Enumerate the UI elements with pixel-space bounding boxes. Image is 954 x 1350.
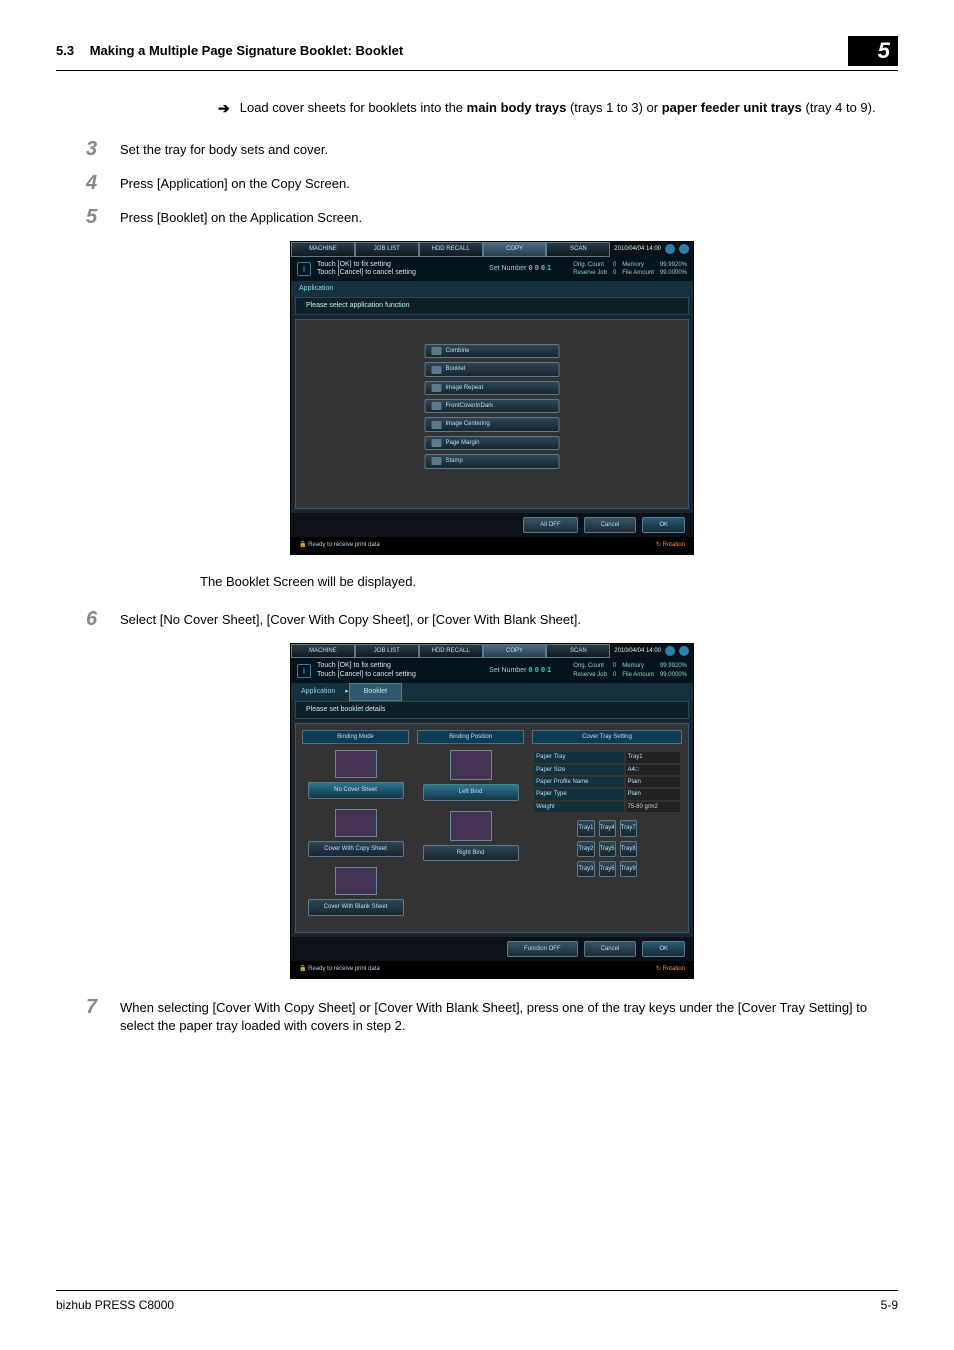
alloff-button[interactable]: All OFF bbox=[523, 517, 577, 533]
msg-line2: Touch [Cancel] to cancel setting bbox=[317, 269, 416, 277]
tab-machine[interactable]: MACHINE bbox=[291, 242, 355, 256]
ready-label-2: Ready to receive print data bbox=[308, 966, 380, 972]
arrow-icon: ➔ bbox=[218, 99, 230, 119]
sub-bar-2: Please set booklet details bbox=[295, 701, 689, 719]
rotation-label-2: Rotation bbox=[663, 966, 685, 972]
tray-3[interactable]: Tray3 bbox=[577, 861, 594, 877]
booklet-screen: MACHINE JOB LIST HDD RECALL COPY SCAN 20… bbox=[290, 643, 694, 979]
cancel-button-2[interactable]: Cancel bbox=[584, 941, 637, 957]
menu-frontcover[interactable]: FrontCoverInDark bbox=[425, 399, 560, 413]
opt-cover-blank-sheet[interactable]: Cover With Blank Sheet bbox=[308, 899, 404, 915]
application-screen: MACHINE JOB LIST HDD RECALL COPY SCAN 20… bbox=[290, 241, 694, 555]
tab-copy[interactable]: COPY bbox=[483, 242, 547, 256]
section-title: Making a Multiple Page Signature Booklet… bbox=[90, 43, 404, 58]
col-binding-position: Binding Position bbox=[417, 730, 524, 744]
status-orig-label: Orig. Count bbox=[573, 262, 604, 268]
datetime-label-2: 2010/04/04 14:00 bbox=[614, 647, 661, 655]
datetime-label: 2010/04/04 14:00 bbox=[614, 245, 661, 253]
status-file-label: File Amount bbox=[622, 270, 654, 276]
opt-no-cover-sheet[interactable]: No Cover Sheet bbox=[308, 782, 404, 798]
section-number: 5.3 bbox=[56, 43, 74, 58]
help-icon[interactable] bbox=[679, 244, 689, 254]
rotation-label: Rotation bbox=[663, 542, 685, 548]
thumb-leftbind bbox=[450, 750, 492, 780]
tab-joblist[interactable]: JOB LIST bbox=[355, 242, 419, 256]
step-text-7: When selecting [Cover With Copy Sheet] o… bbox=[120, 997, 898, 1035]
intro-text: Load cover sheets for booklets into the … bbox=[240, 99, 898, 117]
tray-7[interactable]: Tray7 bbox=[620, 820, 637, 836]
paper-info-table: Paper TrayTray1 Paper SizeA4□ Paper Prof… bbox=[532, 750, 682, 814]
tray-9[interactable]: Tray9 bbox=[620, 861, 637, 877]
info-badge-icon: i bbox=[297, 262, 311, 276]
setnum-label-2: Set Number bbox=[489, 667, 526, 674]
step-text-4: Press [Application] on the Copy Screen. bbox=[120, 173, 898, 193]
tab-machine-2[interactable]: MACHINE bbox=[291, 644, 355, 658]
tray-2[interactable]: Tray2 bbox=[577, 841, 594, 857]
ok-button-2[interactable]: OK bbox=[642, 941, 685, 957]
step-number-6: 6 bbox=[86, 609, 120, 629]
opt-right-bind[interactable]: Right Bind bbox=[423, 845, 519, 861]
tray-6[interactable]: Tray6 bbox=[599, 861, 616, 877]
app-bar: Application bbox=[291, 281, 693, 297]
msg-line1-2: Touch [OK] to fix setting bbox=[317, 662, 416, 670]
crumb-booklet: Booklet bbox=[349, 683, 402, 701]
msg-line1: Touch [OK] to fix setting bbox=[317, 261, 416, 269]
step-text-3: Set the tray for body sets and cover. bbox=[120, 139, 898, 159]
col-binding-mode: Binding Mode bbox=[302, 730, 409, 744]
sub-bar: Please select application function bbox=[295, 297, 689, 315]
ok-button[interactable]: OK bbox=[642, 517, 685, 533]
after-step5-text: The Booklet Screen will be displayed. bbox=[200, 573, 898, 591]
tray-8[interactable]: Tray8 bbox=[620, 841, 637, 857]
info-icon-2[interactable] bbox=[665, 646, 675, 656]
menu-image-centering[interactable]: Image Centering bbox=[425, 417, 560, 431]
msg-line2-2: Touch [Cancel] to cancel setting bbox=[317, 671, 416, 679]
step-text-5: Press [Booklet] on the Application Scree… bbox=[120, 207, 898, 227]
thumb-rightbind bbox=[450, 811, 492, 841]
step-number-7: 7 bbox=[86, 997, 120, 1017]
cancel-button[interactable]: Cancel bbox=[584, 517, 637, 533]
tab-hddrecall-2[interactable]: HDD RECALL bbox=[419, 644, 483, 658]
status-res-value: 0 bbox=[613, 270, 616, 276]
footer-page: 5-9 bbox=[881, 1297, 898, 1314]
tab-scan-2[interactable]: SCAN bbox=[546, 644, 610, 658]
step-number-5: 5 bbox=[86, 207, 120, 227]
ready-label: Ready to receive print data bbox=[308, 542, 380, 548]
tab-hddrecall[interactable]: HDD RECALL bbox=[419, 242, 483, 256]
opt-cover-copy-sheet[interactable]: Cover With Copy Sheet bbox=[308, 841, 404, 857]
chapter-badge: 5 bbox=[848, 36, 898, 66]
menu-booklet[interactable]: Booklet bbox=[425, 362, 560, 376]
thumb-nocover bbox=[335, 750, 377, 778]
thumb-copysheet bbox=[335, 809, 377, 837]
menu-page-margin[interactable]: Page Margin bbox=[425, 436, 560, 450]
footer-product: bizhub PRESS C8000 bbox=[56, 1297, 174, 1314]
tray-4[interactable]: Tray4 bbox=[599, 820, 616, 836]
function-off-button[interactable]: Function OFF bbox=[507, 941, 578, 957]
menu-image-repeat[interactable]: Image Repeat bbox=[425, 381, 560, 395]
help-icon-2[interactable] bbox=[679, 646, 689, 656]
col-cover-tray: Cover Tray Setting bbox=[532, 730, 682, 744]
info-icon[interactable] bbox=[665, 244, 675, 254]
menu-combine[interactable]: Combine bbox=[425, 344, 560, 358]
tab-copy-2[interactable]: COPY bbox=[483, 644, 547, 658]
status-mem-label: Memory bbox=[622, 262, 644, 268]
status-orig-value: 0 bbox=[613, 262, 616, 268]
status-mem-value: 99.9920% bbox=[660, 262, 687, 268]
menu-stamp[interactable]: Stamp bbox=[425, 454, 560, 468]
thumb-blanksheet bbox=[335, 867, 377, 895]
status-res-label: Reserve Job bbox=[573, 270, 607, 276]
crumb-application[interactable]: Application bbox=[291, 684, 345, 700]
tab-joblist-2[interactable]: JOB LIST bbox=[355, 644, 419, 658]
tray-5[interactable]: Tray5 bbox=[599, 841, 616, 857]
setnum-label: Set Number bbox=[489, 265, 526, 272]
tab-scan[interactable]: SCAN bbox=[546, 242, 610, 256]
step-number-4: 4 bbox=[86, 173, 120, 193]
opt-left-bind[interactable]: Left Bind bbox=[423, 784, 519, 800]
info-badge-icon-2: i bbox=[297, 664, 311, 678]
step-text-6: Select [No Cover Sheet], [Cover With Cop… bbox=[120, 609, 898, 629]
setnum-value-2: 0001 bbox=[528, 666, 553, 674]
tray-1[interactable]: Tray1 bbox=[577, 820, 594, 836]
step-number-3: 3 bbox=[86, 139, 120, 159]
status-file-value: 99.0000% bbox=[660, 270, 687, 276]
setnum-value: 0001 bbox=[528, 264, 553, 272]
